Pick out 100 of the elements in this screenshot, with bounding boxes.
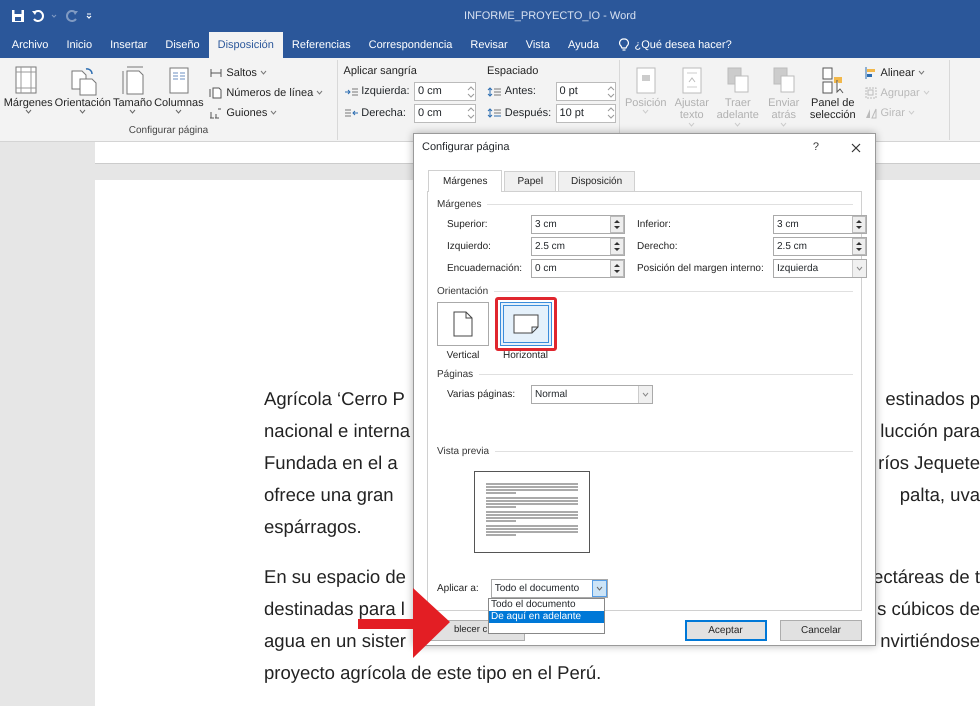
caret-icon	[922, 90, 930, 96]
portrait-page-icon	[453, 310, 473, 336]
field-label: Izquierdo:	[447, 240, 492, 254]
align-icon	[864, 66, 878, 80]
help-button[interactable]: ?	[808, 139, 823, 156]
lightbulb-icon[interactable]	[618, 38, 629, 52]
caret-icon	[908, 110, 915, 116]
text-line: ectáreas de t	[873, 565, 980, 589]
caret-icon	[688, 122, 696, 128]
spin-field[interactable]: 3 cm	[531, 214, 625, 234]
menu-tab[interactable]: Diseño	[156, 32, 209, 58]
group-label: Aplicar sangría	[344, 64, 418, 79]
menu-tab[interactable]: Ayuda	[558, 32, 608, 58]
dialog-tab[interactable]: Papel	[504, 171, 556, 191]
menu-tab[interactable]: Disposición	[208, 32, 283, 58]
text-line: espárragos.	[264, 515, 362, 539]
ribbon-button[interactable]: Alinear	[862, 62, 932, 83]
undo-icon[interactable]	[30, 9, 44, 23]
indent-left-icon	[344, 86, 358, 96]
ribbon-button[interactable]: Números de línea	[207, 82, 326, 103]
text-line: s cúbicos de	[877, 597, 980, 621]
spin-field[interactable]: 10 pt	[556, 104, 616, 123]
dropdown-field[interactable]: Izquierda	[773, 258, 867, 278]
menu-tab[interactable]: Inicio	[57, 32, 102, 58]
ribbon-button[interactable]: Saltos	[207, 62, 326, 83]
caret-icon	[79, 109, 86, 114]
caret-icon	[642, 392, 649, 397]
dropdown-option[interactable]: De aquí en adelante	[489, 611, 604, 623]
spin-field[interactable]: 2.5 cm	[773, 236, 867, 256]
field-label: Derecho:	[637, 240, 679, 254]
spin-field[interactable]: 0 pt	[556, 82, 616, 101]
menu-tab[interactable]: Insertar	[101, 32, 156, 58]
dialog-tab[interactable]: Márgenes	[428, 170, 502, 192]
ribbon-button[interactable]: Márgenes	[2, 62, 54, 116]
orientation-option[interactable]	[437, 302, 489, 346]
spinner-icon[interactable]	[610, 238, 624, 255]
caret-icon	[260, 70, 267, 76]
dropdown-field[interactable]: Normal	[531, 385, 653, 404]
close-icon	[851, 142, 861, 152]
ribbon-button[interactable]: Columnas	[153, 62, 205, 116]
text-line: palta, uva	[900, 483, 980, 507]
field-label: Encuadernación:	[447, 262, 524, 276]
dialog-button[interactable]: Cancelar	[780, 620, 862, 641]
field-label: Inferior:	[637, 218, 672, 232]
caret-icon	[780, 122, 788, 128]
ribbon-button[interactable]: Tamaño	[112, 62, 154, 116]
menu-tab[interactable]: Referencias	[282, 32, 360, 58]
spinner-icon[interactable]	[852, 238, 866, 255]
spinner-icon[interactable]	[852, 216, 866, 233]
orientation-option[interactable]	[500, 302, 552, 346]
dropdown-field[interactable]: Todo el documento	[490, 579, 608, 598]
menu-tab[interactable]: Revisar	[461, 32, 517, 58]
caret-icon	[129, 109, 136, 114]
caret-icon	[596, 586, 603, 591]
landscape-page-icon	[512, 314, 538, 334]
spin-field[interactable]: 0 cm	[414, 104, 476, 123]
text-line: ofrece una gran	[264, 483, 394, 507]
caret-icon	[270, 110, 278, 116]
option-label: Vertical	[446, 349, 480, 364]
line-numbers-icon	[209, 86, 224, 100]
text-line: destinadas para l	[264, 597, 405, 621]
caret-icon	[316, 90, 324, 96]
spin-field[interactable]: 2.5 cm	[531, 236, 625, 256]
field-label: Después:	[504, 106, 552, 121]
text-line: nacional e interna	[264, 419, 410, 443]
tell-me-field[interactable]: ¿Qué desea hacer?	[634, 36, 732, 54]
ribbon-button[interactable]: Panel de selección	[806, 62, 859, 124]
text-line: lucción para	[880, 419, 980, 443]
field-label: Posición del margen interno:	[637, 262, 765, 276]
text-line: agua en un sister	[264, 629, 406, 653]
dialog-tab[interactable]: Disposición	[558, 171, 636, 191]
text-line: proyecto agrícola de este tipo en el Perú.	[264, 661, 602, 685]
spin-field[interactable]: 0 cm	[531, 258, 625, 278]
caret-icon	[856, 266, 863, 271]
section-label: Vista previa	[437, 445, 490, 459]
field-label: Derecha:	[361, 106, 407, 121]
caret-icon	[175, 109, 182, 114]
field-label: Varias páginas:	[447, 388, 516, 402]
menu-tab[interactable]: Archivo	[2, 32, 58, 58]
spin-field[interactable]: 0 cm	[414, 82, 476, 101]
save-icon[interactable]	[11, 9, 25, 23]
menu-tab[interactable]: Vista	[516, 32, 559, 58]
window-title: INFORME_PROYECTO_IO - Word	[464, 10, 636, 22]
field-label: Izquierda:	[361, 84, 411, 100]
group-label: Espaciado	[487, 64, 540, 79]
dialog-title: Configurar página	[422, 140, 510, 156]
spinner-icon[interactable]	[610, 260, 624, 277]
spacing-after-icon	[487, 108, 502, 118]
menu-tab[interactable]: Correspondencia	[360, 32, 462, 58]
ribbon-button[interactable]: Guiones	[207, 102, 326, 123]
text-line: Fundada en el a	[264, 451, 398, 475]
caret-icon	[24, 109, 32, 114]
spin-field[interactable]: 3 cm	[773, 214, 867, 234]
spinner-icon[interactable]	[610, 216, 624, 233]
text-line: estinados p	[885, 387, 980, 411]
dialog-button[interactable]: Aceptar	[684, 620, 766, 641]
ribbon-button[interactable]: Orientación	[54, 62, 112, 116]
option-label: Horizontal	[502, 349, 548, 364]
spacing-before-icon	[487, 86, 502, 96]
dropdown-option[interactable]: Todo el documento	[489, 599, 604, 611]
